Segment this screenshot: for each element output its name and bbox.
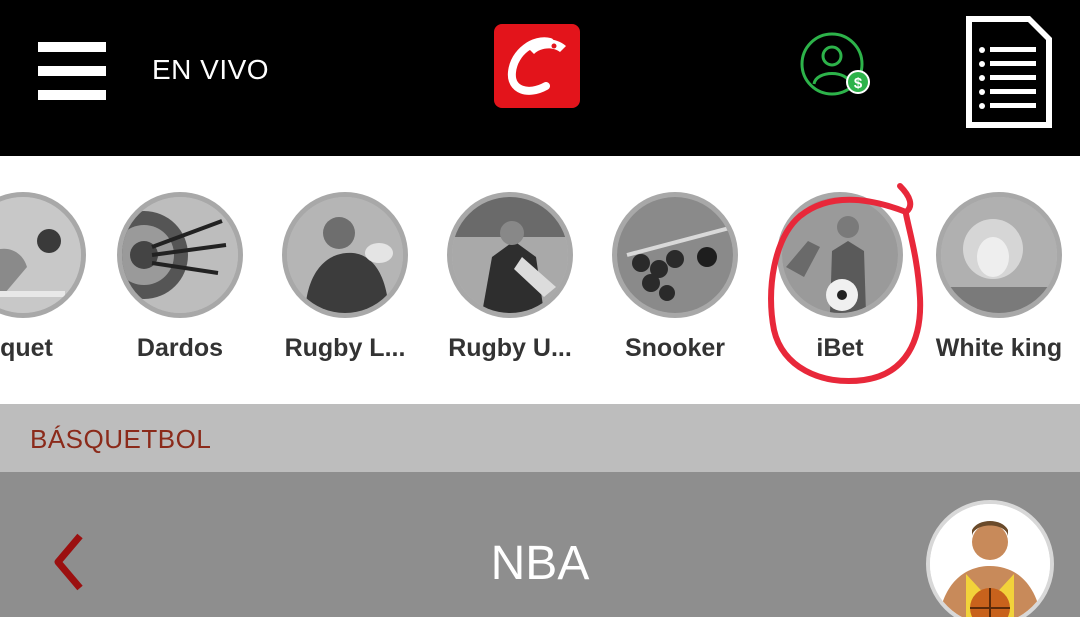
horse-head-logo[interactable]: [494, 24, 580, 108]
hamburger-menu-icon[interactable]: [38, 42, 106, 102]
sports-carousel[interactable]: iquet Dardos: [0, 156, 1080, 404]
top-header: EN VIVO $: [0, 0, 1080, 156]
sport-item-snooker[interactable]: Snooker: [597, 192, 757, 392]
darts-icon: [117, 192, 243, 318]
sport-item-label: Dardos: [136, 334, 224, 362]
sport-item-label: White king: [935, 334, 1063, 362]
document-list-icon[interactable]: [962, 12, 1056, 132]
sport-item-label: Rugby L...: [284, 334, 406, 362]
app-root: EN VIVO $ quet Dardos Rugby L... Rugby U…: [0, 0, 1080, 617]
sport-item-darts[interactable]: Dardos: [102, 192, 262, 392]
sport-item-ibet[interactable]: iBet: [762, 192, 922, 392]
sport-item-rugby-league[interactable]: Rugby L...: [267, 192, 427, 392]
ibet-icon: [777, 192, 903, 318]
section-title: BÁSQUETBOL: [30, 424, 212, 454]
white-king-icon: [936, 192, 1062, 318]
svg-text:$: $: [854, 75, 863, 92]
league-header: NBA: [0, 472, 1080, 617]
sport-item-white-king[interactable]: White king: [921, 192, 1080, 392]
sport-item-cricket[interactable]: iquet: [0, 192, 105, 392]
account-balance-icon[interactable]: $: [800, 30, 876, 100]
sport-section-header: BÁSQUETBOL: [0, 404, 1080, 472]
rugby-union-icon: [447, 192, 573, 318]
sport-item-label: Snooker: [624, 334, 726, 362]
live-nav-link[interactable]: EN VIVO: [152, 54, 269, 86]
snooker-icon: [612, 192, 738, 318]
league-title: NBA: [490, 537, 590, 590]
basketball-player-avatar: [926, 500, 1054, 617]
cricket-icon: [0, 192, 86, 318]
sport-item-rugby-union[interactable]: Rugby U...: [432, 192, 592, 392]
sport-item-label: Rugby U...: [448, 334, 572, 362]
rugby-league-icon: [282, 192, 408, 318]
sport-item-label: iBet: [816, 334, 864, 362]
